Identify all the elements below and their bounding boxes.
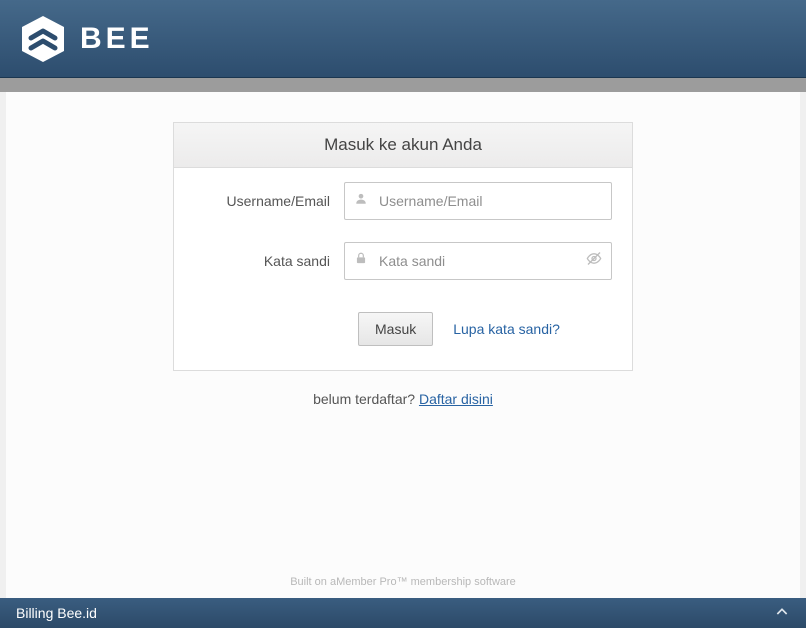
register-text: belum terdaftar? (313, 391, 419, 407)
login-card: Masuk ke akun Anda Username/Email Kata s… (173, 122, 633, 371)
username-row: Username/Email (174, 168, 632, 224)
register-link[interactable]: Daftar disini (419, 391, 493, 407)
password-row: Kata sandi (174, 224, 632, 284)
password-label: Kata sandi (194, 253, 344, 269)
brand-name: BEE (80, 22, 154, 56)
username-input-wrap (344, 182, 612, 220)
main-content: Masuk ke akun Anda Username/Email Kata s… (6, 92, 800, 598)
eye-icon[interactable] (586, 251, 602, 272)
page-footer: Billing Bee.id (0, 598, 806, 628)
register-prompt: belum terdaftar? Daftar disini (313, 391, 493, 407)
password-input-wrap (344, 242, 612, 280)
password-input[interactable] (344, 242, 612, 280)
footer-title: Billing Bee.id (16, 605, 97, 621)
login-title: Masuk ke akun Anda (174, 123, 632, 168)
divider-bar (0, 78, 806, 92)
login-button[interactable]: Masuk (358, 312, 433, 346)
actions-row: Masuk Lupa kata sandi? (174, 284, 632, 370)
username-input[interactable] (344, 182, 612, 220)
username-label: Username/Email (194, 193, 344, 209)
page-header: BEE (0, 0, 806, 78)
built-on-text: Built on aMember Pro™ membership softwar… (6, 576, 800, 588)
chevron-up-icon[interactable] (774, 604, 790, 623)
logo-hex-icon (20, 14, 66, 64)
forgot-password-link[interactable]: Lupa kata sandi? (453, 321, 560, 337)
brand-logo[interactable]: BEE (20, 14, 154, 64)
